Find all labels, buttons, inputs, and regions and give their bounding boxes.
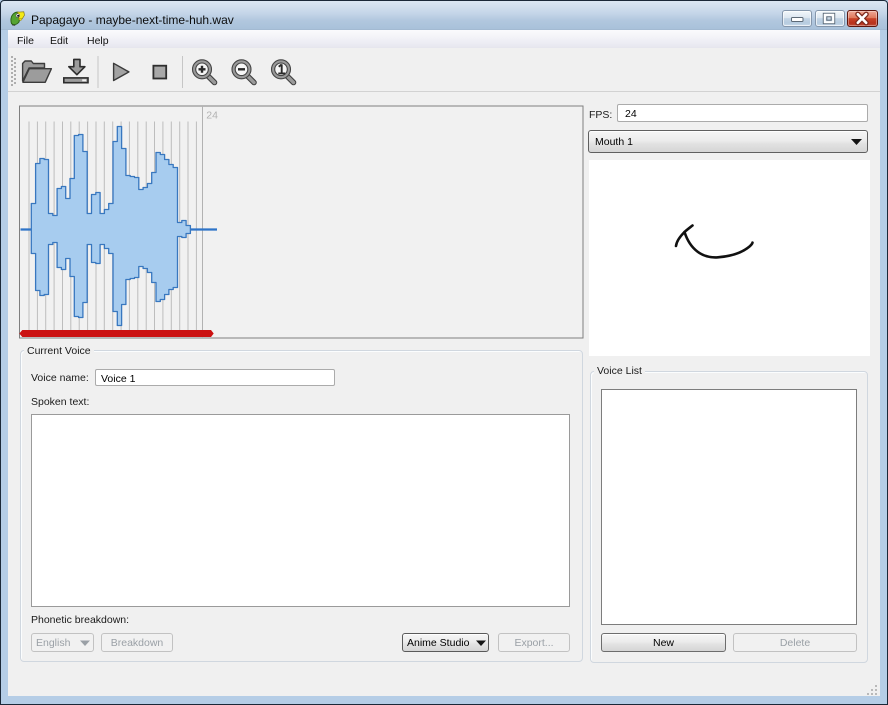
svg-text:24: 24 [206,109,218,121]
